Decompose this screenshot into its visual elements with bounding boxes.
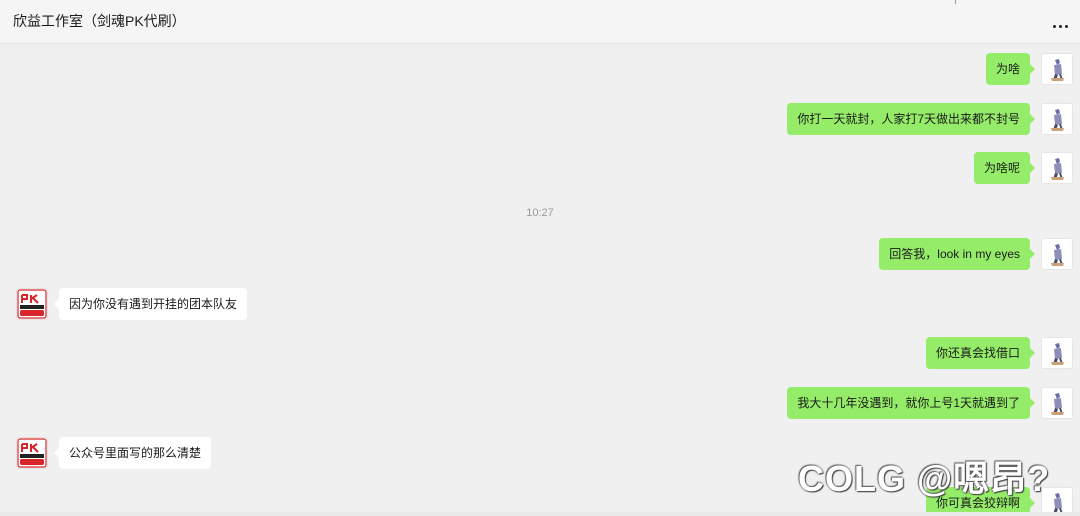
watermark: COLG @嗯昂? (798, 458, 1051, 499)
dot-icon (1052, 24, 1056, 28)
message-bubble-sent[interactable]: 你打一天就封，人家打7天做出来都不封号 (787, 103, 1035, 135)
input-area-edge (0, 512, 1080, 516)
message-bubble-received[interactable]: 公众号里面写的那么清楚 (53, 437, 212, 469)
dot-icon (1058, 24, 1062, 28)
chat-title: 欣益工作室（剑魂PK代刷） (13, 13, 186, 29)
message-bubble-received[interactable]: 因为你没有遇到开挂的团本队友 (53, 288, 248, 320)
message-row: 回答我，look in my eyes (0, 238, 1080, 272)
my-avatar-icon[interactable] (1041, 337, 1073, 369)
message-timestamp: 10:27 (526, 207, 554, 219)
my-avatar-icon[interactable] (1041, 152, 1073, 184)
my-avatar-icon[interactable] (1041, 53, 1073, 85)
message-bubble-sent[interactable]: 回答我，look in my eyes (879, 238, 1035, 270)
contact-avatar-icon[interactable] (16, 288, 48, 320)
my-avatar-icon[interactable] (1041, 103, 1073, 135)
more-options-icon[interactable] (1046, 16, 1074, 36)
contact-avatar-icon[interactable] (16, 437, 48, 469)
message-bubble-sent[interactable]: 为啥呢 (973, 152, 1036, 184)
message-row: 为啥呢 (0, 152, 1080, 186)
message-bubble-sent[interactable]: 我大十几年没遇到，就你上号1天就遇到了 (787, 387, 1035, 419)
message-bubble-sent[interactable]: 你还真会找借口 (925, 337, 1036, 369)
dot-icon (1064, 24, 1068, 28)
chat-header: 欣益工作室（剑魂PK代刷） (0, 0, 1080, 44)
window-edge-mark (955, 0, 956, 4)
message-row: 因为你没有遇到开挂的团本队友 (0, 288, 1080, 322)
message-row: 我大十几年没遇到，就你上号1天就遇到了 (0, 387, 1080, 421)
my-avatar-icon[interactable] (1041, 238, 1073, 270)
my-avatar-icon[interactable] (1041, 387, 1073, 419)
message-row: 为啥 (0, 53, 1080, 87)
message-bubble-sent[interactable]: 为啥 (985, 53, 1036, 85)
message-row: 你还真会找借口 (0, 337, 1080, 371)
message-list[interactable]: 为啥 你打一天就封，人家打7天做出来都不封号 为啥呢 10:27 回答我，loo… (0, 45, 1080, 516)
message-row: 你打一天就封，人家打7天做出来都不封号 (0, 103, 1080, 137)
